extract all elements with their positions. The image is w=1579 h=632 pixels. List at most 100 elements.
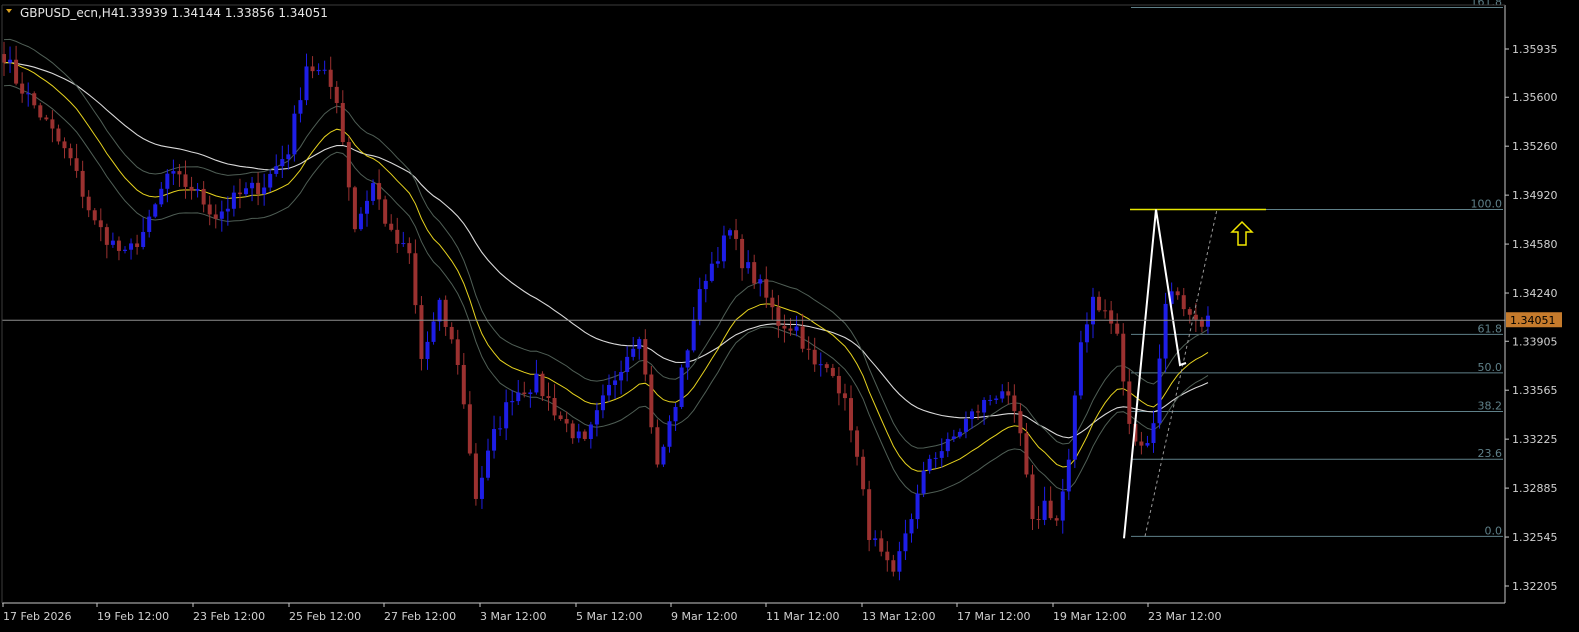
candle-body xyxy=(770,297,775,308)
candle xyxy=(994,395,999,405)
candle-body xyxy=(467,404,472,454)
x-tick-label: 19 Mar 12:00 xyxy=(1053,610,1126,623)
candle xyxy=(1181,287,1186,317)
candle xyxy=(159,182,164,207)
candle-body xyxy=(171,171,176,174)
candle-body xyxy=(177,171,182,175)
fibonacci-retracement[interactable]: 161.8 100.0 61.8 50.0 38.2 23.6 0.0 xyxy=(1131,0,1503,537)
candle xyxy=(927,454,932,474)
candle-body xyxy=(104,227,109,245)
candle-body xyxy=(1103,310,1108,312)
candle-body xyxy=(800,326,805,349)
candle-body xyxy=(298,100,303,114)
candle-body xyxy=(794,326,799,331)
candle-body xyxy=(44,117,49,120)
candle xyxy=(461,353,466,409)
candle xyxy=(721,225,726,269)
candle xyxy=(558,411,563,421)
candle-body xyxy=(207,204,212,215)
candle xyxy=(334,81,339,114)
candle xyxy=(389,214,394,232)
candle xyxy=(510,390,515,416)
candle xyxy=(365,190,369,227)
candle-body xyxy=(528,392,533,395)
candle-body xyxy=(425,341,430,359)
candle xyxy=(1109,300,1114,335)
candle-body xyxy=(1018,411,1023,434)
x-tick-label: 25 Feb 12:00 xyxy=(289,610,361,623)
up-arrow-icon[interactable] xyxy=(1230,220,1254,246)
candle-body xyxy=(734,230,739,239)
y-tick-label: 1.32545 xyxy=(1512,531,1558,544)
candle xyxy=(153,202,158,219)
candle-body xyxy=(159,188,164,205)
candle-body xyxy=(244,188,248,195)
candle-body xyxy=(377,183,382,200)
candle-body xyxy=(1024,433,1029,475)
candle-body xyxy=(201,188,206,205)
candle-body xyxy=(836,375,841,394)
candle xyxy=(68,143,73,166)
candle-body xyxy=(504,402,509,429)
candle xyxy=(703,274,708,303)
candle xyxy=(685,348,690,380)
candle-body xyxy=(32,93,37,106)
candle xyxy=(939,438,944,468)
drawing-overlay[interactable] xyxy=(2,208,1505,539)
candle xyxy=(631,336,636,361)
candle-body xyxy=(812,349,817,365)
candle xyxy=(504,389,509,441)
candle-body xyxy=(679,367,684,407)
candle-body xyxy=(189,186,194,191)
candle xyxy=(818,352,823,377)
candle-body xyxy=(830,367,835,376)
candle-body xyxy=(1048,500,1053,519)
candle-body xyxy=(939,451,944,458)
candle-body xyxy=(746,262,751,269)
y-tick-label: 1.33905 xyxy=(1512,335,1558,348)
fib-level-label: 100.0 xyxy=(1471,198,1503,211)
candle-body xyxy=(1181,295,1186,310)
candle-body xyxy=(443,299,448,327)
candle-body xyxy=(352,187,357,230)
dropdown-triangle-icon[interactable] xyxy=(6,9,12,13)
candle xyxy=(746,250,751,274)
candle-body xyxy=(588,424,593,439)
candle xyxy=(20,72,25,103)
candle xyxy=(14,45,19,86)
x-tick-label: 19 Feb 12:00 xyxy=(97,610,169,623)
candle-body xyxy=(1097,296,1102,311)
candle xyxy=(806,336,811,360)
y-tick-label: 1.34580 xyxy=(1512,238,1558,251)
candle xyxy=(141,217,146,250)
candle-body xyxy=(909,519,914,534)
candle xyxy=(1097,291,1102,313)
y-tick-label: 1.33225 xyxy=(1512,433,1558,446)
candle xyxy=(1127,369,1132,435)
candle-body xyxy=(576,431,581,439)
candle xyxy=(419,296,424,371)
candle-body xyxy=(1012,395,1017,412)
candle-body xyxy=(389,223,394,230)
candle xyxy=(776,295,781,338)
candle xyxy=(322,60,327,75)
candle-body xyxy=(165,173,170,189)
y-tick-label: 1.33565 xyxy=(1512,384,1558,397)
candle xyxy=(171,159,176,185)
candle-body xyxy=(1078,342,1083,396)
candle-body xyxy=(976,411,981,413)
price-chart[interactable]: 161.8100.061.850.038.223.60.0 1.359351.3… xyxy=(0,0,1579,632)
x-tick-label: 23 Feb 12:00 xyxy=(193,610,265,623)
candle-body xyxy=(383,199,388,224)
candle-body xyxy=(346,142,351,188)
candle-body xyxy=(721,235,726,262)
candle xyxy=(879,530,884,557)
candle-body xyxy=(806,348,811,350)
candle-body xyxy=(661,446,666,465)
candle-body xyxy=(262,187,267,195)
x-tick-label: 13 Mar 12:00 xyxy=(862,610,935,623)
candle-body xyxy=(1060,491,1065,521)
candle-body xyxy=(135,243,140,247)
candle xyxy=(1103,299,1108,319)
candle-body xyxy=(225,208,230,212)
